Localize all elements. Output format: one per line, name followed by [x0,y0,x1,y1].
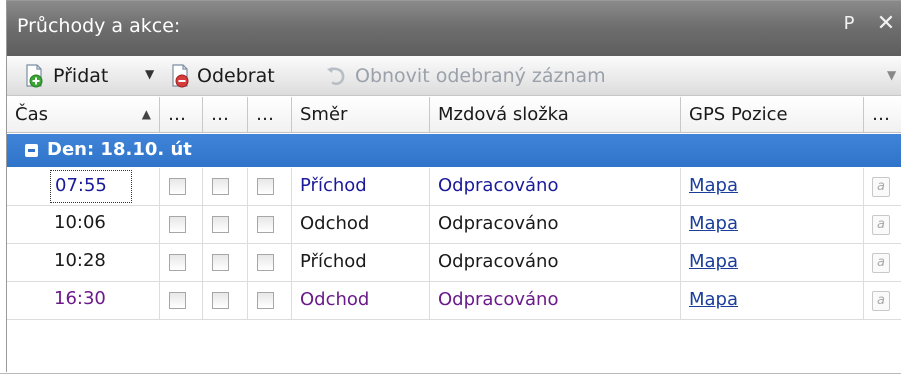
restore-button-label: Obnovit odebraný záznam [355,65,606,87]
group-row-day[interactable]: Den: 18.10. út [7,134,901,167]
group-label: Den: 18.10. út [47,139,192,160]
text-annotation-icon[interactable]: a [872,253,890,273]
add-document-icon [26,64,43,88]
cell-more: a [864,168,901,206]
table-row[interactable]: 10:28 Příchod Odpracováno Mapa a [7,244,901,282]
column-header-wage-component[interactable]: Mzdová složka [430,97,681,133]
column-header-direction[interactable]: Směr [292,97,430,133]
panel-title: Průchody a akce: [17,15,181,37]
cell-flag-1 [160,244,203,282]
cell-time[interactable]: 16:30 [7,282,160,320]
column-header-more[interactable]: … [864,97,901,133]
cell-gps: Mapa [681,282,864,320]
cell-flag-1 [160,282,203,320]
remove-button-label: Odebrat [197,65,275,87]
close-icon[interactable]: ✕ [873,11,899,39]
cell-direction[interactable]: Příchod [292,168,430,206]
table-row[interactable]: 07:55 Příchod Odpracováno Mapa a [7,168,901,206]
checkbox[interactable] [169,178,186,195]
cell-time[interactable]: 07:55 [7,168,160,206]
text-annotation-icon[interactable]: a [872,177,890,197]
cell-gps: Mapa [681,206,864,244]
cell-more: a [864,244,901,282]
cell-flag-3 [248,168,292,206]
column-header-time[interactable]: Čas ▲ [7,97,160,133]
cell-time[interactable]: 10:28 [7,244,160,282]
cell-flag-2 [203,206,248,244]
checkbox[interactable] [169,292,186,309]
checkbox[interactable] [212,254,229,271]
checkbox[interactable] [257,178,274,195]
cell-direction[interactable]: Odchod [292,282,430,320]
column-header-time-label: Čas [15,104,48,125]
text-annotation-icon[interactable]: a [872,291,890,311]
map-link[interactable]: Mapa [689,289,738,310]
grid-header: Čas ▲ … … … Směr Mzdová složka GPS Pozic… [7,97,901,133]
add-dropdown-arrow-icon[interactable]: ▼ [145,67,154,81]
cell-direction[interactable]: Odchod [292,206,430,244]
cell-flag-3 [248,282,292,320]
cell-gps: Mapa [681,244,864,282]
cell-wage-component[interactable]: Odpracováno [430,206,681,244]
sort-ascending-icon: ▲ [141,107,151,121]
panel-titlebar: Průchody a akce: Ρ ✕ [7,1,901,56]
time-value: 16:30 [54,288,106,309]
cell-gps: Mapa [681,168,864,206]
table-row[interactable]: 10:06 Odchod Odpracováno Mapa a [7,206,901,244]
checkbox[interactable] [169,216,186,233]
column-header-flag-3[interactable]: … [248,97,292,133]
checkbox[interactable] [212,216,229,233]
cell-flag-1 [160,206,203,244]
table-row[interactable]: 16:30 Odchod Odpracováno Mapa a [7,282,901,320]
undo-icon [327,67,345,86]
checkbox[interactable] [257,216,274,233]
cell-more: a [864,206,901,244]
cell-time[interactable]: 10:06 [7,206,160,244]
cell-wage-component[interactable]: Odpracováno [430,168,681,206]
checkbox[interactable] [212,292,229,309]
time-value: 10:06 [54,212,106,233]
passes-panel: Průchody a akce: Ρ ✕ Přidat ▼ Odebrat Ob… [6,0,901,372]
toolbar: Přidat ▼ Odebrat Obnovit odebraný záznam… [7,56,901,96]
add-button[interactable]: Přidat ▼ [25,62,165,90]
map-link[interactable]: Mapa [689,213,738,234]
checkbox[interactable] [257,292,274,309]
pin-icon[interactable]: Ρ [837,13,861,39]
cell-direction[interactable]: Příchod [292,244,430,282]
cell-wage-component[interactable]: Odpracováno [430,244,681,282]
time-value: 07:55 [50,170,132,203]
map-link[interactable]: Mapa [689,251,738,272]
column-header-flag-1[interactable]: … [160,97,203,133]
cell-flag-3 [248,244,292,282]
cell-wage-component[interactable]: Odpracováno [430,282,681,320]
map-link[interactable]: Mapa [689,175,738,196]
column-header-flag-2[interactable]: … [203,97,248,133]
cell-more: a [864,282,901,320]
remove-document-icon [172,64,189,88]
checkbox[interactable] [257,254,274,271]
collapse-icon[interactable] [25,144,38,157]
toolbar-overflow-icon[interactable]: ▼ [887,68,896,82]
checkbox[interactable] [169,254,186,271]
add-button-label: Přidat [53,65,109,87]
cell-flag-2 [203,168,248,206]
bottom-divider [0,373,901,374]
remove-button[interactable]: Odebrat [171,62,311,90]
cell-flag-1 [160,168,203,206]
cell-flag-2 [203,244,248,282]
text-annotation-icon[interactable]: a [872,215,890,235]
column-header-gps-position[interactable]: GPS Pozice [681,97,864,133]
cell-flag-3 [248,206,292,244]
cell-flag-2 [203,282,248,320]
time-value: 10:28 [54,250,106,271]
checkbox[interactable] [212,178,229,195]
restore-button[interactable]: Obnovit odebraný záznam [325,62,645,90]
